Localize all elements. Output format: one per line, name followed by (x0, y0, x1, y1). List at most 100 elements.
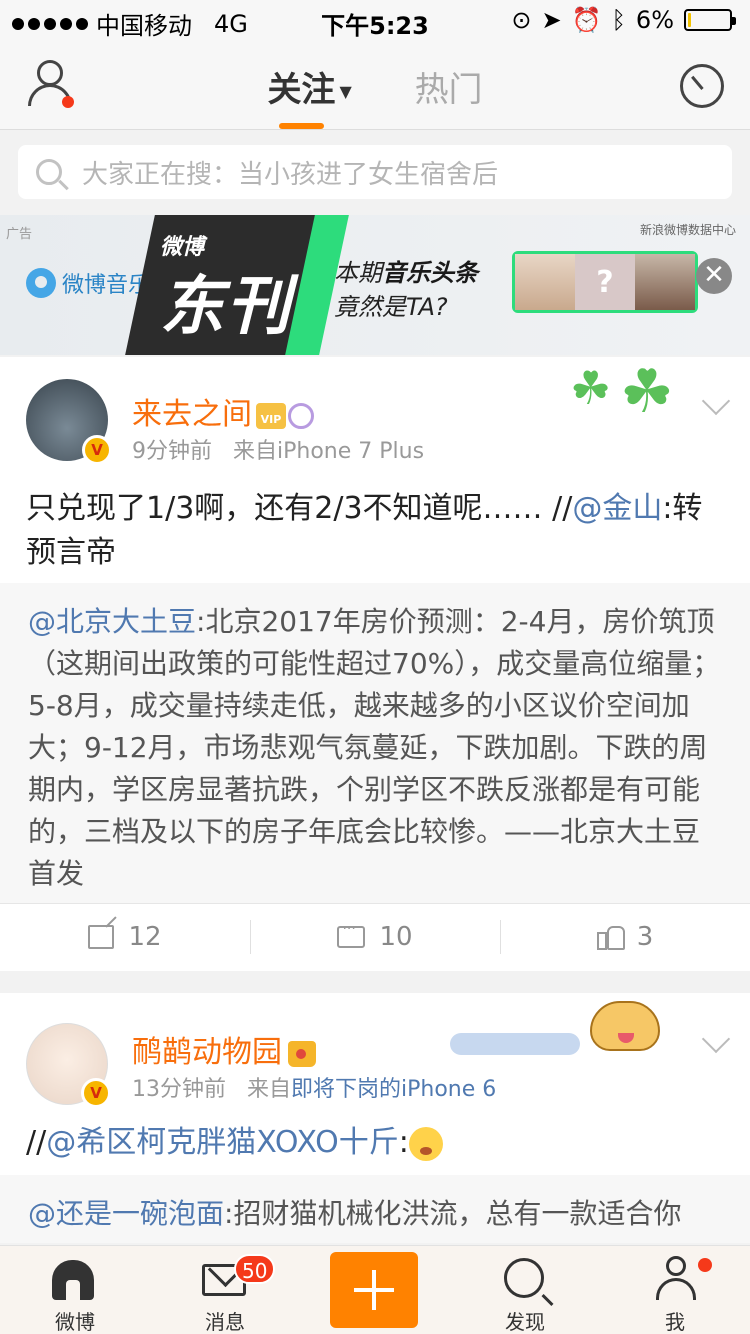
avatar[interactable]: V (26, 1023, 111, 1108)
search-placeholder: 大家正在搜：当小孩进了女生宿舍后 (82, 159, 499, 190)
close-ad-button[interactable]: ✕ (696, 258, 732, 294)
repost-text: @还是一碗泡面:招财猫机械化洪流，总有一款适合你 (0, 1175, 750, 1253)
avatar[interactable]: V (26, 379, 112, 465)
weibo-music-icon (26, 268, 56, 298)
post-meta: 13分钟前 来自即将下岗的iPhone 6 (132, 1071, 496, 1103)
top-nav: 关注 ▼ 热门 (0, 40, 750, 130)
repost-box[interactable]: @还是一碗泡面:招财猫机械化洪流，总有一款适合你 (0, 1175, 750, 1243)
battery-fill (688, 13, 691, 27)
cloud-decoration (450, 1033, 580, 1055)
chevron-down-icon[interactable] (701, 1024, 731, 1054)
crown-icon[interactable] (288, 1040, 316, 1067)
banner-title-big: 东刊 (160, 270, 292, 344)
thumbs-up-icon (596, 924, 625, 950)
mention-link[interactable]: @金山 (572, 491, 662, 526)
forward-button[interactable]: 12 (0, 904, 250, 969)
post-text: 只兑现了1/3啊，还有2/3不知道呢…… //@金山:转预言帝 (26, 487, 724, 575)
repost-mention-link[interactable]: @还是一碗泡面 (28, 1197, 224, 1230)
username[interactable]: 鸸鹋动物园 (132, 1027, 316, 1071)
like-count: 3 (636, 921, 654, 952)
tab-hot-label: 热门 (414, 70, 483, 110)
radar-icon[interactable] (680, 64, 724, 108)
rotation-lock-icon: ⊙ (511, 6, 532, 34)
clover-decoration: ☘ (570, 361, 612, 415)
username-text: 来去之间 (132, 397, 252, 432)
repost-text: @北京大土豆:北京2017年房价预测：2-4月，房价筑顶（这期间出政策的可能性超… (0, 583, 750, 913)
weibo-music-logo: 微博音乐 (26, 267, 150, 299)
post-time: 13分钟前 (132, 1077, 226, 1102)
username[interactable]: 来去之间 VIP (132, 389, 314, 433)
search-bar[interactable]: 大家正在搜：当小孩进了女生宿舍后 (18, 145, 732, 199)
ad-tag: 广告 (6, 227, 33, 242)
mention-link[interactable]: @希区柯克胖猫XOXO十斤 (46, 1125, 399, 1160)
post-text-prefix: // (26, 1125, 47, 1160)
tab-hot[interactable]: 热门 (415, 62, 483, 111)
active-tab-indicator (279, 123, 324, 129)
tab-compose[interactable] (300, 1246, 450, 1334)
tab-following[interactable]: 关注 ▼ (267, 62, 352, 129)
ring-icon[interactable] (288, 402, 314, 429)
feed-post[interactable]: ☘ ☘ V 来去之间 VIP 9分钟前 来自iPhone 7 Plus 只兑现了1… (0, 357, 750, 971)
forward-count: 12 (128, 921, 162, 952)
tab-following-label: 关注 (267, 70, 336, 110)
source-prefix: 来自 (232, 439, 277, 464)
feed-post[interactable]: V 鸸鹋动物园 13分钟前 来自即将下岗的iPhone 6 //@希区柯克胖猫X… (0, 993, 750, 1243)
verified-badge-icon: V (81, 1078, 111, 1108)
caret-down-icon: ▼ (339, 82, 352, 101)
tab-home-label: 微博 (55, 1310, 95, 1334)
banner-headline-1: 本期音乐头条 (334, 253, 478, 288)
tab-me-label: 我 (665, 1310, 685, 1334)
status-bar: 中国移动 4G 下午5:23 ⊙ ➤ ⏰ ᛒ 6% (0, 0, 750, 40)
post-meta: 9分钟前 来自iPhone 7 Plus (132, 433, 424, 465)
post-source[interactable]: 即将下岗的iPhone 6 (291, 1077, 496, 1102)
profile-icon (656, 1256, 712, 1302)
location-icon: ➤ (541, 6, 562, 34)
unread-badge: 50 (234, 1254, 276, 1284)
chevron-down-icon[interactable] (701, 386, 731, 416)
comment-count: 10 (379, 921, 413, 952)
source-prefix: 来自 (246, 1077, 291, 1102)
post-text: //@希区柯克胖猫XOXO十斤: (26, 1121, 724, 1165)
repost-mention-link[interactable]: @北京大土豆 (28, 605, 196, 638)
repost-body: :北京2017年房价预测：2-4月，房价筑顶（这期间出政策的可能性超过70%），… (28, 605, 721, 890)
forward-icon (88, 924, 115, 949)
post-text-body: 只兑现了1/3啊，还有2/3不知道呢…… // (26, 491, 573, 526)
tab-home[interactable]: 微博 (0, 1246, 150, 1334)
banner-faces: ? (512, 251, 698, 313)
repost-box[interactable]: @北京大土豆:北京2017年房价预测：2-4月，房价筑顶（这期间出政策的可能性超… (0, 583, 750, 903)
headline-bold: 音乐头条 (382, 259, 478, 287)
like-button[interactable]: 3 (500, 904, 750, 969)
alarm-icon: ⏰ (571, 6, 602, 34)
search-icon (504, 1258, 544, 1298)
plus-icon[interactable] (330, 1252, 418, 1328)
data-center-logo: 新浪微博数据中心 (639, 223, 736, 237)
post-time: 9分钟前 (132, 439, 212, 464)
tab-messages[interactable]: 50 消息 (150, 1246, 300, 1334)
bluetooth-icon: ᛒ (611, 6, 626, 34)
tab-messages-label: 消息 (205, 1310, 245, 1334)
battery-icon (684, 9, 736, 31)
cat-decoration (590, 1001, 660, 1051)
artist-photo-1 (515, 254, 575, 310)
ad-banner[interactable]: 广告 微博音乐 微博 东刊 本期音乐头条 竟然是TA? 新浪微博数据中心 ? (0, 215, 750, 355)
vip-icon[interactable]: VIP (256, 402, 286, 429)
feed-tabs: 关注 ▼ 热门 (0, 62, 750, 129)
repost-body: :招财猫机械化洪流，总有一款适合你 (224, 1197, 682, 1230)
mystery-photo: ? (575, 254, 635, 310)
comment-icon (337, 921, 366, 948)
tab-discover[interactable]: 发现 (450, 1246, 600, 1334)
tab-discover-label: 发现 (505, 1310, 545, 1334)
post-source: iPhone 7 Plus (277, 439, 425, 464)
brand-label: 微博音乐 (62, 273, 151, 298)
post-text-tail: : (398, 1125, 409, 1160)
artist-photo-2 (635, 254, 695, 310)
headline-prefix: 本期 (334, 259, 382, 287)
clover-decoration-2: ☘ (620, 357, 674, 427)
comment-button[interactable]: 10 (250, 904, 500, 969)
battery-percent: 6% (635, 6, 674, 34)
tab-me[interactable]: 我 (600, 1246, 750, 1334)
status-right: ⊙ ➤ ⏰ ᛒ 6% (511, 6, 736, 34)
verified-badge-icon: V (82, 435, 112, 465)
username-text: 鸸鹋动物园 (132, 1035, 282, 1070)
home-icon (52, 1260, 94, 1300)
